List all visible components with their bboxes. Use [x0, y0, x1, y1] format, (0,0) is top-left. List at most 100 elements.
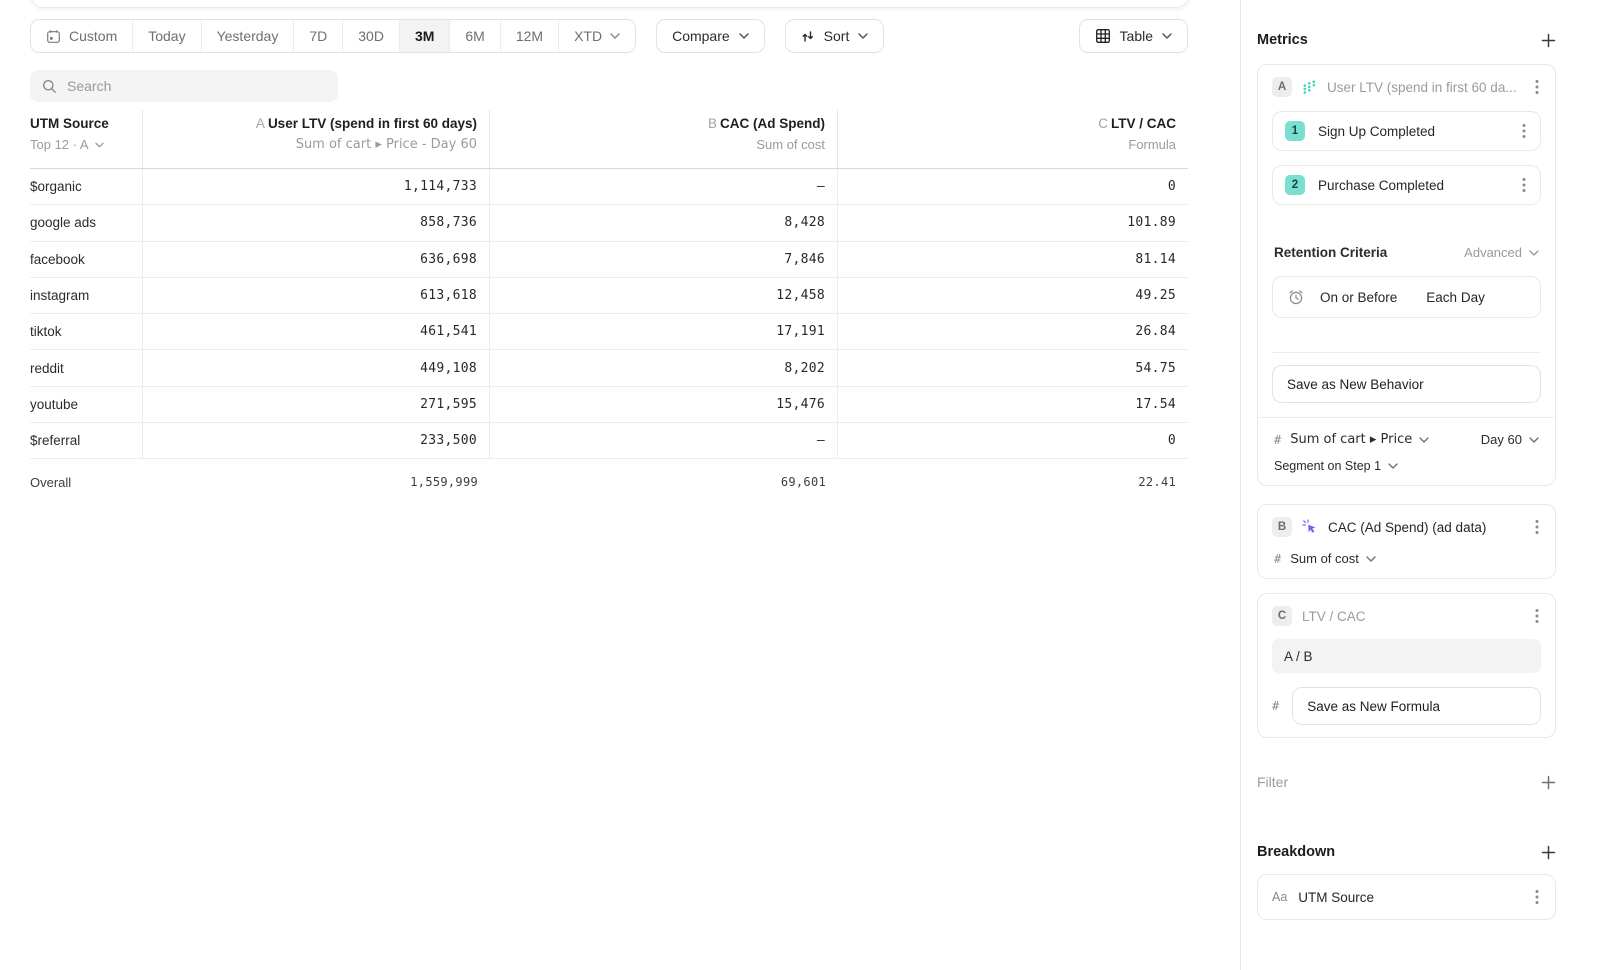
segment-on-step-dropdown[interactable]: Segment on Step 1 — [1272, 459, 1541, 473]
header-metric-a[interactable]: AUser LTV (spend in first 60 days) Sum o… — [143, 110, 490, 168]
metric-a-card: A User LTV (spend in first 60 da... 1 Si… — [1257, 64, 1556, 486]
add-filter-button[interactable] — [1541, 775, 1556, 790]
add-metric-button[interactable] — [1541, 33, 1556, 48]
behavior-dots-icon — [1302, 80, 1317, 95]
save-as-new-behavior-button[interactable]: Save as New Behavior — [1272, 365, 1541, 403]
retention-criteria-header: Retention Criteria Advanced — [1272, 245, 1541, 260]
aggregation-dropdown[interactable]: Sum of cost — [1290, 551, 1376, 566]
range-3m-selected[interactable]: 3M — [399, 20, 449, 52]
range-label: Custom — [69, 28, 117, 44]
date-range-segmented-control: Custom Today Yesterday 7D 30D 3M 6M 12M … — [30, 19, 636, 53]
results-table: UTM Source Top 12 · A AUser LTV (spend i… — [30, 110, 1188, 505]
cursor-click-icon — [1302, 519, 1318, 535]
number-type-icon: # — [1274, 433, 1281, 447]
search-icon — [42, 79, 57, 94]
criteria-unit-select[interactable]: Each Day — [1426, 290, 1485, 305]
metric-a-title[interactable]: User LTV (spend in first 60 da... — [1327, 80, 1523, 95]
text-property-icon: Aa — [1272, 890, 1287, 904]
table-row[interactable]: $referral 233,500 – 0 — [30, 423, 1188, 459]
breakdown-utm-source[interactable]: Aa UTM Source — [1257, 874, 1556, 920]
kebab-menu-icon[interactable] — [1533, 606, 1541, 626]
retention-criteria-title: Retention Criteria — [1274, 245, 1387, 260]
chevron-down-icon — [1366, 556, 1376, 562]
range-custom[interactable]: Custom — [31, 20, 132, 52]
top-panel-edge — [30, 0, 1190, 8]
sort-arrows-icon — [801, 30, 815, 43]
query-sidebar: Metrics A User LTV (spend in first 60 da… — [1240, 0, 1600, 970]
table-row[interactable]: facebook 636,698 7,846 81.14 — [30, 242, 1188, 278]
table-overall-row: Overall 1,559,999 69,601 22.41 — [30, 459, 1188, 505]
table-row[interactable]: youtube 271,595 15,476 17.54 — [30, 387, 1188, 423]
number-type-icon: # — [1274, 552, 1281, 566]
save-as-new-formula-button[interactable]: Save as New Formula — [1292, 687, 1541, 725]
range-yesterday[interactable]: Yesterday — [201, 20, 294, 52]
range-today[interactable]: Today — [132, 20, 200, 52]
alarm-clock-icon — [1287, 288, 1305, 306]
table-row[interactable]: tiktok 461,541 17,191 26.84 — [30, 314, 1188, 350]
step-2-label: Purchase Completed — [1318, 178, 1507, 193]
calendar-icon — [46, 29, 61, 44]
chevron-down-icon[interactable] — [95, 142, 104, 148]
range-12m[interactable]: 12M — [500, 20, 558, 52]
funnel-step-2[interactable]: 2 Purchase Completed — [1272, 165, 1541, 205]
kebab-menu-icon[interactable] — [1533, 887, 1541, 907]
header-metric-c[interactable]: CLTV / CAC Formula — [838, 110, 1188, 168]
breakdown-label: UTM Source — [1298, 890, 1522, 905]
range-6m[interactable]: 6M — [449, 20, 499, 52]
header-metric-b[interactable]: BCAC (Ad Spend) Sum of cost — [490, 110, 838, 168]
table-row[interactable]: reddit 449,108 8,202 54.75 — [30, 350, 1188, 386]
chevron-down-icon — [1419, 437, 1429, 443]
compare-button[interactable]: Compare — [656, 19, 765, 53]
step-2-badge: 2 — [1285, 175, 1305, 195]
toolbar: Custom Today Yesterday 7D 30D 3M 6M 12M … — [30, 19, 1188, 53]
day-range-dropdown[interactable]: Day 60 — [1481, 432, 1539, 447]
range-7d[interactable]: 7D — [293, 20, 342, 52]
step-1-badge: 1 — [1285, 121, 1305, 141]
formula-input[interactable]: A / B — [1272, 639, 1541, 673]
search-input[interactable] — [67, 78, 326, 94]
metric-a-badge: A — [1272, 77, 1292, 97]
chevron-down-icon — [739, 33, 749, 39]
metric-b-card: B CAC (Ad Spend) (ad data) # Sum of cost — [1257, 504, 1556, 579]
sort-button[interactable]: Sort — [785, 19, 885, 53]
table-row[interactable]: $organic 1,114,733 – 0 — [30, 169, 1188, 205]
aggregation-row: # Sum of cost — [1272, 551, 1541, 566]
metric-c-card: C LTV / CAC A / B # Save as New Formula — [1257, 593, 1556, 738]
table-header-row: UTM Source Top 12 · A AUser LTV (spend i… — [30, 110, 1188, 169]
metric-b-title[interactable]: CAC (Ad Spend) (ad data) — [1328, 520, 1523, 535]
filter-section-header: Filter — [1257, 774, 1556, 790]
breakdown-section-header: Breakdown — [1257, 844, 1556, 860]
search-box[interactable] — [30, 70, 338, 102]
kebab-menu-icon[interactable] — [1520, 121, 1528, 141]
table-row[interactable]: google ads 858,736 8,428 101.89 — [30, 205, 1188, 241]
breakdown-title: Breakdown — [1257, 844, 1335, 860]
table-grid-icon — [1095, 28, 1111, 44]
aggregation-row: # Sum of cart ▸ Price Day 60 — [1272, 432, 1541, 447]
kebab-menu-icon[interactable] — [1520, 175, 1528, 195]
chevron-down-icon — [610, 33, 620, 39]
add-breakdown-button[interactable] — [1541, 845, 1556, 860]
view-table-button[interactable]: Table — [1079, 19, 1188, 53]
metric-c-title[interactable]: LTV / CAC — [1302, 609, 1523, 624]
chevron-down-icon — [858, 33, 868, 39]
retention-criteria-row: On or Before Each Day — [1272, 276, 1541, 318]
retention-mode-dropdown[interactable]: Advanced — [1464, 245, 1539, 260]
metrics-title: Metrics — [1257, 32, 1308, 48]
header-utm-source[interactable]: UTM Source Top 12 · A — [30, 110, 143, 168]
metric-c-badge: C — [1272, 606, 1292, 626]
criteria-when-select[interactable]: On or Before — [1320, 290, 1397, 305]
range-xtd[interactable]: XTD — [558, 20, 635, 52]
chevron-down-icon — [1529, 250, 1539, 256]
chevron-down-icon — [1388, 463, 1398, 469]
chevron-down-icon — [1162, 33, 1172, 39]
table-row[interactable]: instagram 613,618 12,458 49.25 — [30, 278, 1188, 314]
kebab-menu-icon[interactable] — [1533, 517, 1541, 537]
metric-b-badge: B — [1272, 517, 1292, 537]
chevron-down-icon — [1529, 437, 1539, 443]
range-30d[interactable]: 30D — [342, 20, 399, 52]
number-type-icon: # — [1272, 699, 1279, 713]
divider — [1272, 352, 1541, 353]
aggregation-dropdown[interactable]: Sum of cart ▸ Price — [1290, 432, 1429, 447]
kebab-menu-icon[interactable] — [1533, 77, 1541, 97]
funnel-step-1[interactable]: 1 Sign Up Completed — [1272, 111, 1541, 151]
